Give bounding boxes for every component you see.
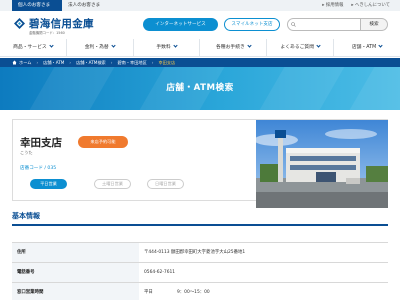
- site-header: 碧海信用金庫 金融機関コード：1560 インターネットサービス スマイルネット支…: [0, 11, 400, 39]
- row-value-hours: 9：00～15：00: [177, 290, 210, 295]
- top-utility-bar: 個人のお客さま 法人のお客さま ▸ 採用情報 ▸ へきしんについて: [0, 0, 400, 11]
- tab-sunday[interactable]: 日曜日営業: [147, 179, 184, 189]
- row-label-address: 住所: [12, 243, 139, 262]
- table-row: 住所 〒444-0113 額田郡幸田町大字菱池字大山25番地1: [12, 242, 388, 262]
- branch-kana: こうた: [20, 150, 33, 155]
- chevron-down-icon: [111, 43, 116, 48]
- breadcrumb-separator: ›: [69, 60, 72, 65]
- nav-item-label: 各種お手続き: [216, 45, 245, 50]
- tab-weekday[interactable]: 平日営業: [30, 179, 67, 189]
- chevron-down-icon: [378, 43, 383, 48]
- global-nav: 商品・サービス 金利・為替 手数料 各種お手続き よくあるご質問 店舗・ATM: [0, 39, 400, 57]
- branch-name: 幸田支店: [20, 137, 62, 149]
- search-icon: [291, 22, 296, 27]
- search-input[interactable]: [287, 18, 361, 31]
- chevron-down-icon: [247, 43, 252, 48]
- brand-logo-icon[interactable]: [13, 17, 26, 30]
- search-button[interactable]: 検索: [361, 18, 388, 31]
- nav-item-label: 金利・為替: [84, 45, 109, 50]
- brand-name[interactable]: 碧海信用金庫: [29, 16, 94, 31]
- nav-item-procedures[interactable]: 各種お手続き: [200, 39, 268, 56]
- breadcrumb-separator: ›: [151, 60, 154, 65]
- store-code: 店番コード / 035: [20, 166, 57, 171]
- internet-service-button[interactable]: インターネットサービス: [143, 18, 218, 31]
- chevron-down-icon: [173, 43, 178, 48]
- nav-item-rates[interactable]: 金利・為替: [67, 39, 134, 56]
- table-row: 窓口営業時間 平日 9：00～15：00: [12, 282, 388, 300]
- brand-code: 金融機関コード：1560: [29, 31, 65, 35]
- branch-photo: [256, 120, 388, 208]
- table-row: 電話番号 0564-62-7611: [12, 262, 388, 282]
- corporate-customer-tab[interactable]: 法人のお客さま: [62, 0, 116, 11]
- nav-item-fees[interactable]: 手数料: [134, 39, 201, 56]
- breadcrumb-branch-search[interactable]: 店舗・ATM検索: [76, 60, 106, 66]
- breadcrumb-current: 幸田支店: [158, 59, 176, 65]
- chevron-down-icon: [316, 43, 321, 48]
- row-label-counter-hours: 窓口営業時間: [12, 283, 139, 300]
- nav-item-label: よくあるご質問: [280, 45, 315, 50]
- section-divider: [12, 224, 388, 226]
- row-value-day: 平日: [144, 290, 153, 295]
- row-value-phone[interactable]: 0564-62-7611: [144, 263, 175, 283]
- breadcrumb-separator: ›: [110, 60, 113, 65]
- breadcrumb-branches[interactable]: 店舗・ATM: [43, 60, 64, 66]
- nav-item-label: 手数料: [156, 45, 171, 50]
- nav-item-label: 商品・サービス: [13, 45, 47, 50]
- page-title: 店舗・ATM検索: [166, 83, 234, 93]
- section-title-basic-info: 基本情報: [12, 212, 40, 220]
- about-link[interactable]: ▸ へきしんについて: [351, 0, 390, 11]
- utility-links: ▸ 採用情報 ▸ へきしんについて: [322, 0, 390, 11]
- breadcrumb-home[interactable]: ホーム: [19, 60, 31, 66]
- nav-item-products[interactable]: 商品・サービス: [0, 39, 67, 56]
- reservation-badge[interactable]: 来店予約可能: [78, 136, 128, 148]
- nav-item-branches[interactable]: 店舗・ATM: [334, 39, 400, 56]
- breadcrumb: ホーム › 店舗・ATM › 店舗・ATM検索 › 碧南・幸田地区 › 幸田支店: [0, 58, 400, 67]
- breadcrumb-separator: ›: [36, 60, 39, 65]
- personal-customer-tab[interactable]: 個人のお客さま: [12, 0, 62, 11]
- nav-item-faq[interactable]: よくあるご質問: [267, 39, 335, 56]
- smile-net-branch-button[interactable]: スマイルネット支店: [224, 18, 280, 31]
- nav-item-label: 店舗・ATM: [351, 45, 377, 50]
- home-icon: [12, 60, 17, 65]
- tab-saturday[interactable]: 土曜日営業: [94, 179, 131, 189]
- row-label-phone: 電話番号: [12, 263, 139, 282]
- breadcrumb-area[interactable]: 碧南・幸田地区: [117, 60, 146, 66]
- chevron-down-icon: [49, 43, 54, 48]
- recruit-link[interactable]: ▸ 採用情報: [322, 0, 343, 11]
- page-hero: 店舗・ATM検索: [0, 67, 400, 110]
- row-value-address: 〒444-0113 額田郡幸田町大字菱池字大山25番地1: [144, 250, 246, 255]
